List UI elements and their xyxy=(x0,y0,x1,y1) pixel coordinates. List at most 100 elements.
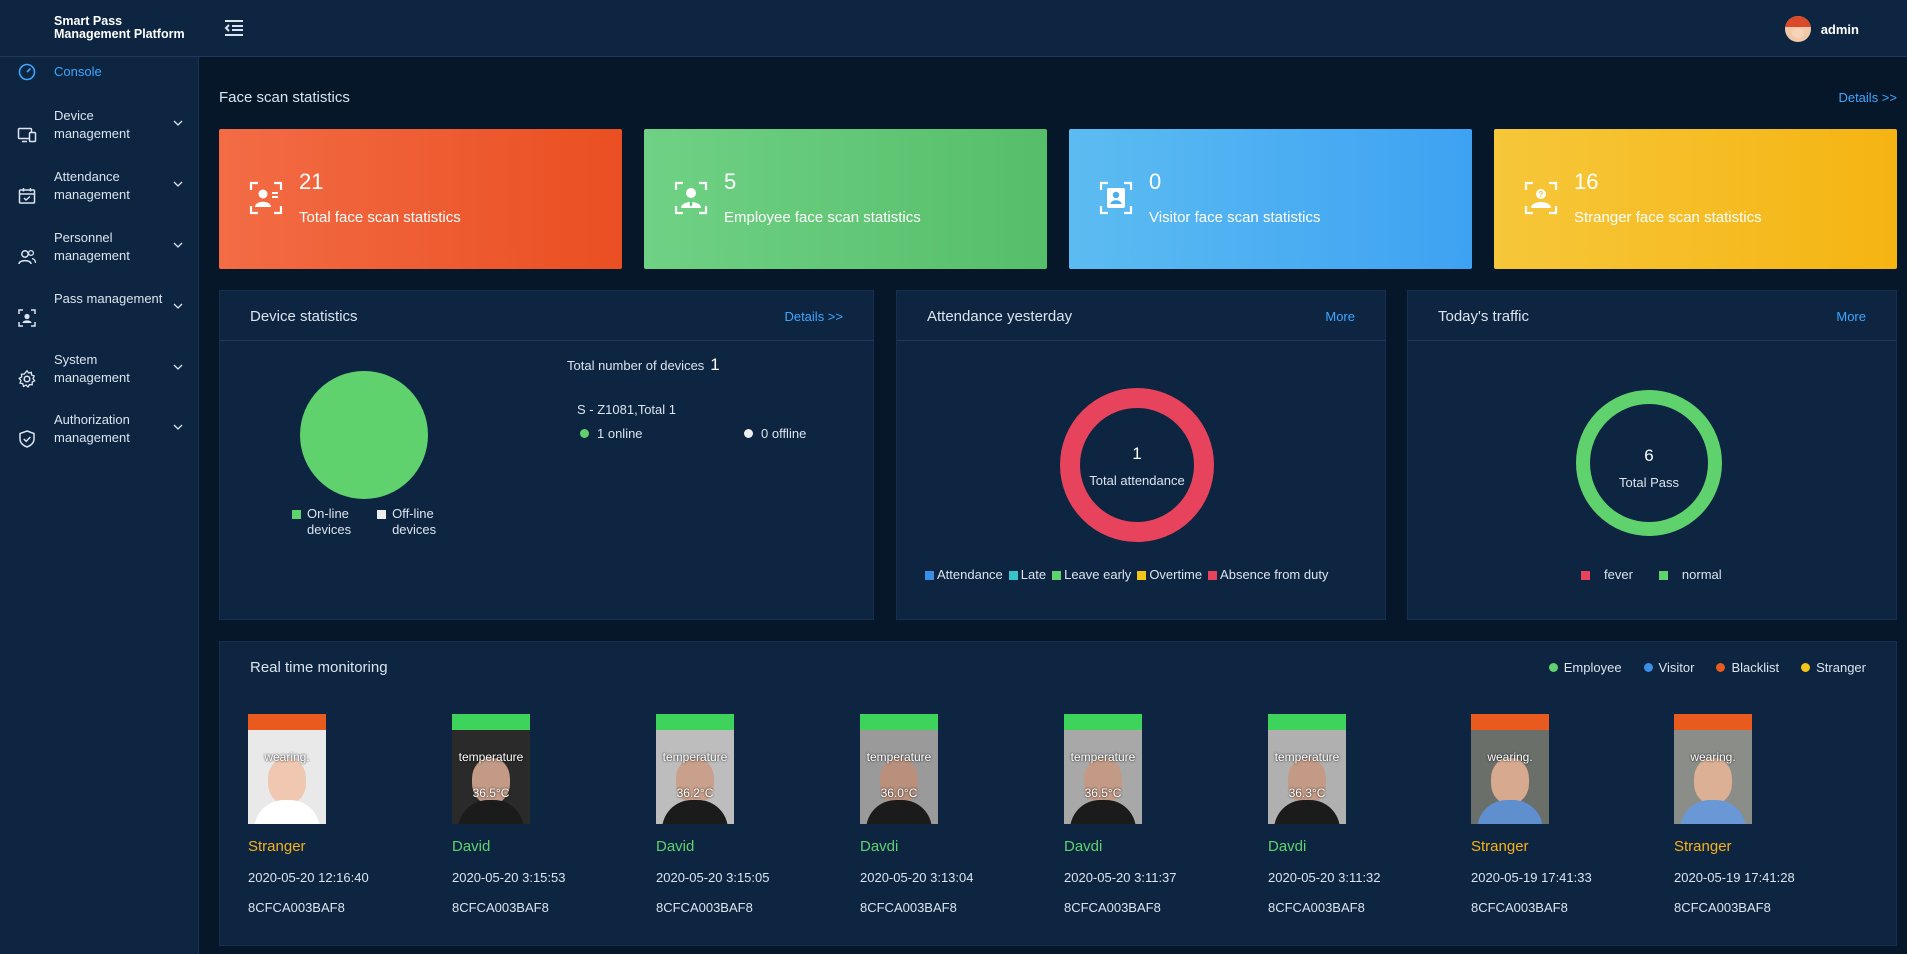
stat-card-employee[interactable]: 5 Employee face scan statistics xyxy=(644,129,1047,269)
photo-tag-line-2: wearing. xyxy=(264,750,310,764)
record-time: 2020-05-19 17:41:28 xyxy=(1674,870,1795,885)
legend-label: Visitor xyxy=(1658,660,1695,675)
photo-tag-line-3: 36.5°C xyxy=(1084,786,1122,800)
legend-label: Late xyxy=(1020,567,1047,582)
chevron-down-icon xyxy=(173,364,183,370)
record-time: 2020-05-20 12:16:40 xyxy=(248,870,369,885)
record-device-sn: 8CFCA003BAF8 xyxy=(1064,900,1161,915)
sidebar-item-label: Device management xyxy=(54,108,130,141)
photo-tag-line-1: No mask xyxy=(263,716,311,730)
record-device-sn: 8CFCA003BAF8 xyxy=(1674,900,1771,915)
sidebar-item-attendance-management[interactable]: Attendance management xyxy=(0,168,199,228)
record-device-sn: 8CFCA003BAF8 xyxy=(860,900,957,915)
panel-title: Attendance yesterday xyxy=(927,308,1073,325)
legend-swatch xyxy=(1008,571,1018,580)
sidebar-item-device-management[interactable]: Device management xyxy=(0,107,199,167)
legend-absence: Absence from duty xyxy=(1208,567,1328,582)
offline-count: 0 offline xyxy=(761,426,807,441)
capture-photo: No mask wearing. xyxy=(248,714,326,824)
photo-tag-line-3: 36.5°C xyxy=(472,786,510,800)
device-pie-legend: On-line devices Off-line devices xyxy=(292,506,436,538)
capture-photo: Body temperature 36.5°C xyxy=(1064,714,1142,824)
photo-tag-line-2: temperature xyxy=(458,750,524,764)
legend-label: Blacklist xyxy=(1731,660,1780,675)
stat-value: 5 xyxy=(724,169,737,194)
sidebar-item-system-management[interactable]: System management xyxy=(0,351,199,411)
brand-line-2: Management Platform xyxy=(54,27,185,41)
capture-photo: Body temperature 36.5°C xyxy=(452,714,530,824)
panel-title: Device statistics xyxy=(250,308,358,325)
attendance-more-link[interactable]: More xyxy=(1325,309,1355,324)
panel-header: Attendance yesterday More xyxy=(897,291,1385,341)
legend-attendance: Attendance xyxy=(925,567,1003,582)
record-device-sn: 8CFCA003BAF8 xyxy=(248,900,345,915)
offline-dot xyxy=(744,429,753,438)
face-scan-title: Face scan statistics xyxy=(219,89,350,106)
monitor-record[interactable]: No mask wearing. Stranger 2020-05-19 17:… xyxy=(1674,714,1854,934)
record-name: Davdi xyxy=(860,838,899,855)
legend-label: devices xyxy=(392,522,437,537)
record-name: David xyxy=(452,838,491,855)
stat-card-total[interactable]: 21 Total face scan statistics xyxy=(219,129,622,269)
photo-tag-line-2: wearing. xyxy=(1690,750,1736,764)
photo-tag-line-1: No mask xyxy=(1689,716,1737,730)
top-bar: Smart Pass Management Platform admin xyxy=(0,0,1907,57)
traffic-more-link[interactable]: More xyxy=(1836,309,1866,324)
panel-header: Today's traffic More xyxy=(1408,291,1896,341)
legend-online: On-line devices xyxy=(292,506,351,538)
legend-label: Off-line xyxy=(392,506,434,521)
monitor-record[interactable]: Body temperature 36.5°C Davdi 2020-05-20… xyxy=(1064,714,1244,934)
chevron-down-icon xyxy=(173,303,183,309)
online-dot xyxy=(580,429,589,438)
monitor-record[interactable]: Body temperature 36.0°C Davdi 2020-05-20… xyxy=(860,714,1040,934)
chevron-down-icon xyxy=(173,120,183,126)
svg-text:?: ? xyxy=(1539,190,1544,199)
stranger-icon: ? xyxy=(1524,181,1558,215)
sidebar-item-label: Console xyxy=(54,64,102,79)
photo-tag-line-1: Body xyxy=(1293,716,1321,730)
capture-photo: Body temperature 36.0°C xyxy=(860,714,938,824)
menu-collapse-icon[interactable] xyxy=(222,16,246,40)
device-statistics-panel: Device statistics Details >> On-line dev… xyxy=(219,290,874,620)
stat-value: 16 xyxy=(1574,169,1599,194)
record-time: 2020-05-20 3:11:37 xyxy=(1064,870,1177,885)
record-device-sn: 8CFCA003BAF8 xyxy=(1471,900,1568,915)
legend-swatch xyxy=(1137,571,1147,580)
stat-label: Visitor face scan statistics xyxy=(1149,209,1321,226)
shield-icon xyxy=(19,430,35,448)
realtime-monitoring-panel: Real time monitoring Employee Visitor Bl… xyxy=(219,641,1897,946)
sidebar-item-authorization-management[interactable]: Authorization management xyxy=(0,411,199,471)
user-menu[interactable]: admin xyxy=(1784,16,1859,42)
legend-swatch xyxy=(292,510,301,519)
legend-dot xyxy=(1716,663,1726,672)
chevron-down-icon xyxy=(173,424,183,430)
monitor-record[interactable]: Body temperature 36.2°C David 2020-05-20… xyxy=(656,714,836,934)
main-content: Face scan statistics Details >> 21 Total… xyxy=(199,57,1907,954)
stat-value: 0 xyxy=(1149,169,1162,194)
sidebar-item-pass-management[interactable]: Pass management xyxy=(0,290,199,350)
traffic-legend: fever normal xyxy=(1581,567,1722,582)
brand: Smart Pass Management Platform xyxy=(54,15,185,41)
monitor-record[interactable]: No mask wearing. Stranger 2020-05-19 17:… xyxy=(1471,714,1651,934)
device-total-label: Total number of devices xyxy=(567,358,705,373)
legend-label: Absence from duty xyxy=(1220,567,1329,582)
attendance-center-value: 1 xyxy=(1132,444,1142,463)
stat-card-visitor[interactable]: 0 Visitor face scan statistics xyxy=(1069,129,1472,269)
legend-label: Attendance xyxy=(937,567,1003,582)
attendance-legend: Attendance Late Leave early Overtime Abs… xyxy=(925,567,1328,582)
sidebar-item-personnel-management[interactable]: Personnel management xyxy=(0,229,199,289)
monitor-record[interactable]: Body temperature 36.5°C David 2020-05-20… xyxy=(452,714,632,934)
legend-leave-early: Leave early xyxy=(1052,567,1131,582)
record-name: Davdi xyxy=(1064,838,1103,855)
stat-card-stranger[interactable]: ? 16 Stranger face scan statistics xyxy=(1494,129,1897,269)
device-details-link[interactable]: Details >> xyxy=(784,309,843,324)
legend-swatch xyxy=(1208,571,1218,580)
capture-photo: Body temperature 36.3°C xyxy=(1268,714,1346,824)
monitor-record[interactable]: Body temperature 36.3°C Davdi 2020-05-20… xyxy=(1268,714,1448,934)
sidebar-item-label: Pass management xyxy=(54,291,163,306)
legend-offline: Off-line devices xyxy=(377,506,436,538)
monitor-record[interactable]: No mask wearing. Stranger 2020-05-20 12:… xyxy=(248,714,428,934)
avatar xyxy=(1784,16,1811,42)
pie-slice-online xyxy=(300,371,428,499)
face-scan-details-link[interactable]: Details >> xyxy=(1838,90,1897,105)
